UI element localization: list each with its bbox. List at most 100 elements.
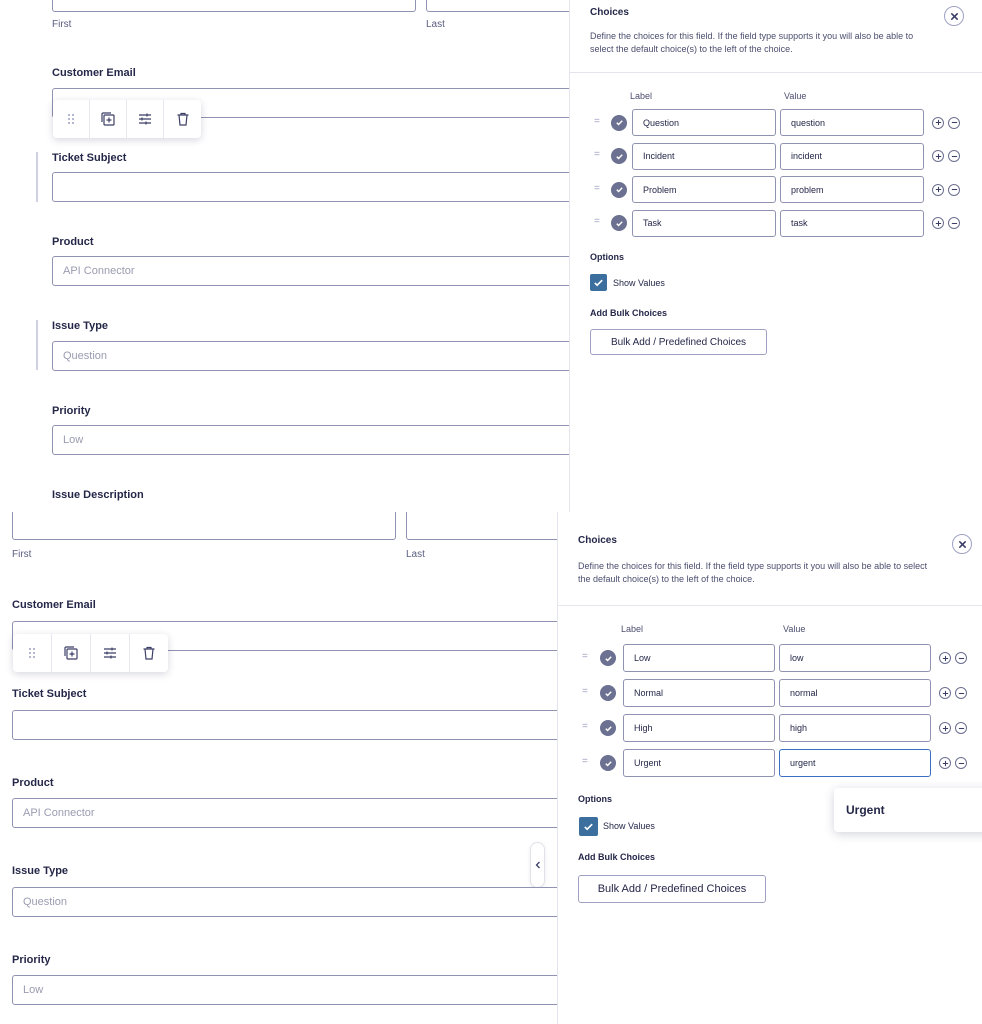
add-choice-button[interactable] <box>932 116 944 129</box>
choice-label-input[interactable]: Normal <box>623 679 775 707</box>
add-choice-button[interactable] <box>932 183 944 196</box>
field-toolbar <box>13 634 168 672</box>
duplicate-button[interactable] <box>90 100 127 138</box>
choice-value-input[interactable]: problem <box>780 176 924 203</box>
priority-select[interactable]: Low <box>52 425 592 455</box>
issue-type-select[interactable]: Question <box>12 887 572 917</box>
drag-handle-icon[interactable]: = <box>594 183 600 194</box>
bulk-add-button[interactable]: Bulk Add / Predefined Choices <box>590 329 767 355</box>
duplicate-button[interactable] <box>52 634 91 672</box>
field-focus-indicator <box>36 320 38 370</box>
ticket-subject-input[interactable] <box>52 172 592 202</box>
remove-choice-button[interactable] <box>948 217 960 229</box>
choice-value-input[interactable]: incident <box>780 142 924 170</box>
settings-button[interactable] <box>91 634 130 672</box>
priority-select[interactable]: Low <box>12 975 572 1005</box>
remove-choice-button[interactable] <box>948 116 960 129</box>
settings-button[interactable] <box>127 100 164 138</box>
default-choice-toggle[interactable] <box>611 114 627 131</box>
choice-value-input[interactable]: low <box>779 644 931 672</box>
remove-choice-button[interactable] <box>948 150 960 162</box>
drag-handle-icon[interactable]: = <box>582 686 588 697</box>
priority-label: Priority <box>12 954 51 966</box>
choice-label-input[interactable]: Question <box>632 109 776 136</box>
name-first-input[interactable] <box>12 512 396 540</box>
issue-type-select[interactable]: Question <box>52 341 592 371</box>
add-choice-button[interactable] <box>932 217 944 229</box>
choice-value-input[interactable]: high <box>779 714 931 742</box>
add-choice-button[interactable] <box>939 757 951 769</box>
remove-choice-button[interactable] <box>955 757 967 769</box>
add-choice-button[interactable] <box>939 687 951 699</box>
plus-icon <box>942 760 948 766</box>
delete-button[interactable] <box>130 634 168 672</box>
chevron-left-icon <box>535 861 540 869</box>
check-icon <box>594 279 603 287</box>
choice-value-input[interactable]: task <box>780 209 924 237</box>
ticket-subject-input[interactable] <box>12 710 572 740</box>
plus-icon <box>942 725 948 731</box>
delete-button[interactable] <box>164 100 201 138</box>
choice-value-input[interactable]: normal <box>779 679 931 707</box>
drag-handle-button[interactable] <box>53 100 90 138</box>
bulk-add-button[interactable]: Bulk Add / Predefined Choices <box>578 875 766 903</box>
default-choice-toggle[interactable] <box>600 650 616 666</box>
default-choice-toggle[interactable] <box>611 148 627 164</box>
close-drawer-button[interactable] <box>952 534 972 554</box>
add-choice-button[interactable] <box>939 722 951 734</box>
show-values-checkbox[interactable] <box>579 817 598 836</box>
minus-icon <box>958 762 964 764</box>
show-values-label: Show Values <box>613 278 665 288</box>
remove-choice-button[interactable] <box>955 687 967 699</box>
remove-choice-button[interactable] <box>955 722 967 734</box>
default-choice-toggle[interactable] <box>611 215 627 231</box>
choice-label-input[interactable]: Problem <box>632 176 776 203</box>
default-choice-toggle[interactable] <box>611 181 627 198</box>
product-input[interactable]: API Connector <box>52 256 592 286</box>
default-choice-toggle[interactable] <box>600 685 616 701</box>
minus-icon <box>958 727 964 729</box>
sliders-icon <box>104 647 116 659</box>
trash-icon <box>177 112 188 126</box>
product-input[interactable]: API Connector <box>12 798 572 828</box>
choice-value-input[interactable]: urgent <box>779 749 931 777</box>
name-last-sublabel: Last <box>426 19 445 30</box>
choice-row: = Normal normal <box>558 679 982 707</box>
name-first-sublabel: First <box>12 549 32 560</box>
drag-handle-icon[interactable]: = <box>582 721 588 732</box>
remove-choice-button[interactable] <box>955 652 967 664</box>
duplicate-icon <box>101 112 115 126</box>
default-choice-toggle[interactable] <box>600 755 616 771</box>
choice-label-input[interactable]: Urgent <box>623 749 775 777</box>
drag-handle-icon[interactable]: = <box>594 149 600 160</box>
choice-row: = Question question <box>570 109 982 137</box>
close-drawer-button[interactable] <box>944 6 964 26</box>
add-choice-button[interactable] <box>932 150 944 162</box>
choice-label-input[interactable]: Low <box>623 644 775 672</box>
drag-handle-button[interactable] <box>13 634 52 672</box>
drag-handle-icon[interactable]: = <box>582 756 588 767</box>
choice-label-input[interactable]: Task <box>632 209 776 237</box>
name-last-input[interactable] <box>406 512 566 540</box>
add-choice-button[interactable] <box>939 652 951 664</box>
collapse-drawer-button[interactable] <box>530 842 545 888</box>
drag-handle-icon[interactable]: = <box>594 216 600 227</box>
drag-handle-icon[interactable]: = <box>582 651 588 662</box>
choice-label-input[interactable]: High <box>623 714 775 742</box>
choice-value-input[interactable]: question <box>780 109 924 136</box>
check-icon <box>604 655 612 662</box>
customer-email-label: Customer Email <box>12 599 96 611</box>
choice-label-input[interactable]: Incident <box>632 142 776 170</box>
name-last-input[interactable] <box>426 0 586 12</box>
remove-choice-button[interactable] <box>948 183 960 196</box>
minus-icon <box>958 692 964 694</box>
editor-panel-bottom: First Last Customer Email Ticket Subject… <box>0 512 982 1024</box>
name-first-input[interactable] <box>52 0 416 12</box>
drag-handle-icon[interactable]: = <box>594 116 600 127</box>
sliders-icon <box>139 113 151 125</box>
choices-title: Choices <box>578 535 617 546</box>
issue-type-label: Issue Type <box>52 320 109 332</box>
show-values-checkbox[interactable] <box>590 274 607 291</box>
label-column-header: Label <box>621 624 644 634</box>
default-choice-toggle[interactable] <box>600 720 616 736</box>
